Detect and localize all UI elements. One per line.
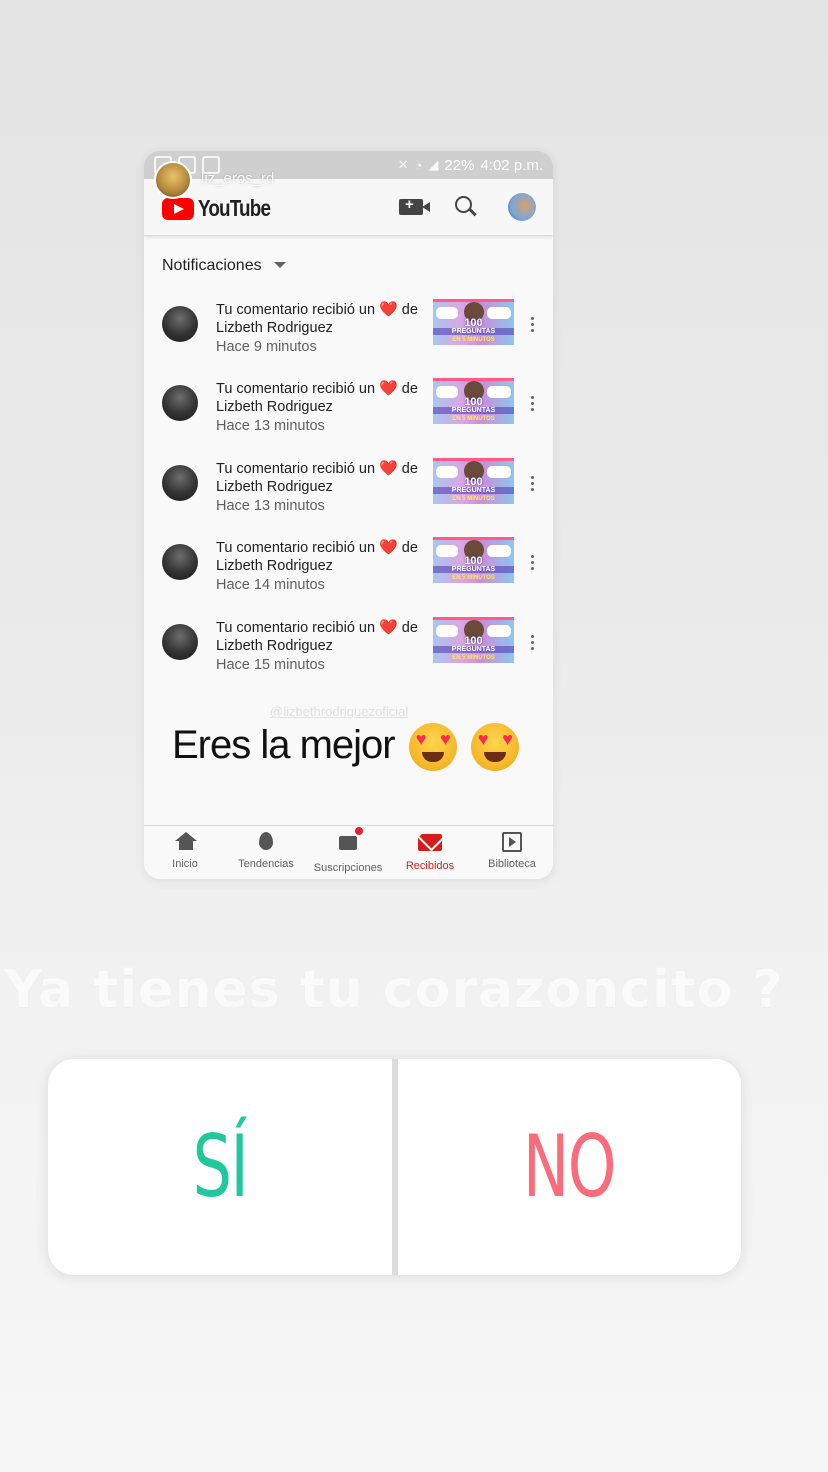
sender-avatar[interactable] <box>162 624 198 660</box>
notification-text-start: Tu comentario recibió un <box>216 540 380 556</box>
thumbnail-title: PREGUNTAS <box>433 328 514 335</box>
video-thumbnail[interactable]: 100 PREGUNTAS EN 5 MINUTOS <box>433 299 514 345</box>
caption: Eres la mejor <box>172 723 519 772</box>
sender-avatar[interactable] <box>162 385 198 421</box>
wifi-icon: ◔ <box>414 157 423 173</box>
poll-yes-button[interactable]: SÍ <box>96 1059 344 1275</box>
story-username[interactable]: liz_eros_rd <box>201 170 274 187</box>
more-options-icon[interactable] <box>531 396 535 414</box>
watermark: @lizbethrodriguezoficial <box>270 704 409 719</box>
library-icon <box>502 832 522 852</box>
thumbnail-title: PREGUNTAS <box>433 407 514 414</box>
search-icon[interactable] <box>455 196 472 213</box>
thumbnail-subtitle: EN 5 MINUTOS <box>452 496 495 502</box>
video-camera-icon[interactable] <box>399 196 430 215</box>
nav-item-biblioteca[interactable]: Biblioteca <box>471 832 553 870</box>
heart-icon: ❤️ <box>379 301 398 318</box>
nav-item-inicio[interactable]: Inicio <box>144 832 226 870</box>
home-icon <box>175 832 197 852</box>
sender-avatar[interactable] <box>162 306 198 342</box>
notification-text: Tu comentario recibió un ❤️ de Lizbeth R… <box>216 301 431 337</box>
notification-time: Hace 13 minutos <box>216 498 325 514</box>
status-time: 4:02 p.m. <box>480 156 543 174</box>
youtube-screenshot: ✕ ◔ ◢ 22% 4:02 p.m. liz_eros_rd YouTube … <box>144 151 553 879</box>
notification-time: Hace 14 minutos <box>216 577 325 593</box>
mail-icon <box>418 834 442 851</box>
more-options-icon[interactable] <box>531 635 535 653</box>
notifications-title[interactable]: Notificaciones <box>162 257 262 275</box>
notification-dot <box>355 827 363 835</box>
story-avatar[interactable] <box>154 161 192 199</box>
heart-icon: ❤️ <box>379 539 398 556</box>
more-options-icon[interactable] <box>531 317 535 335</box>
nav-label: Suscripciones <box>313 862 383 874</box>
heart-icon: ❤️ <box>379 619 398 636</box>
notification-text: Tu comentario recibió un ❤️ de Lizbeth R… <box>216 539 431 575</box>
nav-item-tendencias[interactable]: Tendencias <box>225 832 307 870</box>
heart-eyes-emoji-icon <box>470 723 519 772</box>
status-right: ✕ ◔ ◢ 22% 4:02 p.m. <box>398 157 543 174</box>
sender-avatar[interactable] <box>162 544 198 580</box>
subscriptions-icon <box>339 827 363 850</box>
nav-label: Biblioteca <box>488 858 536 870</box>
poll-divider <box>392 1059 398 1275</box>
notification-text-start: Tu comentario recibió un <box>216 620 380 636</box>
notification-item[interactable]: Tu comentario recibió un ❤️ de Lizbeth R… <box>144 299 553 382</box>
notification-item[interactable]: Tu comentario recibió un ❤️ de Lizbeth R… <box>144 537 553 620</box>
more-options-icon[interactable] <box>531 476 535 494</box>
thumbnail-subtitle: EN 5 MINUTOS <box>452 655 495 661</box>
thumbnail-subtitle: EN 5 MINUTOS <box>452 575 495 581</box>
poll-no-button[interactable]: NO <box>445 1059 693 1275</box>
signal-icon: ◢ <box>428 157 439 172</box>
mute-icon: ✕ <box>397 157 409 172</box>
fire-icon <box>259 832 273 850</box>
heart-icon: ❤️ <box>379 460 398 477</box>
notification-item[interactable]: Tu comentario recibió un ❤️ de Lizbeth R… <box>144 378 553 461</box>
youtube-play-icon <box>162 197 194 220</box>
notification-text: Tu comentario recibió un ❤️ de Lizbeth R… <box>216 619 431 655</box>
chevron-down-icon[interactable] <box>274 262 286 268</box>
thumbnail-subtitle: EN 5 MINUTOS <box>452 416 495 422</box>
youtube-header: YouTube <box>144 179 553 236</box>
thumbnail-title: PREGUNTAS <box>433 566 514 573</box>
notification-text-start: Tu comentario recibió un <box>216 302 380 318</box>
video-thumbnail[interactable]: 100 PREGUNTAS EN 5 MINUTOS <box>433 537 514 583</box>
thumbnail-subtitle: EN 5 MINUTOS <box>452 337 495 343</box>
poll-sticker: SÍ NO <box>48 1059 741 1275</box>
account-avatar[interactable] <box>508 193 536 221</box>
youtube-logo[interactable]: YouTube <box>162 195 286 222</box>
notification-text-start: Tu comentario recibió un <box>216 381 380 397</box>
notification-text: Tu comentario recibió un ❤️ de Lizbeth R… <box>216 460 431 496</box>
video-thumbnail[interactable]: 100 PREGUNTAS EN 5 MINUTOS <box>433 378 514 424</box>
sender-avatar[interactable] <box>162 465 198 501</box>
battery-level: 22% <box>444 156 475 174</box>
notification-text-start: Tu comentario recibió un <box>216 461 380 477</box>
bottom-navigation: Inicio Tendencias Suscripciones Recibido… <box>144 825 553 879</box>
notification-time: Hace 9 minutos <box>216 339 317 355</box>
notification-text: Tu comentario recibió un ❤️ de Lizbeth R… <box>216 380 431 416</box>
nav-label: Recibidos <box>405 860 455 872</box>
heart-icon: ❤️ <box>379 380 398 397</box>
nav-label: Inicio <box>172 858 198 870</box>
nav-item-recibidos[interactable]: Recibidos <box>389 832 471 872</box>
nav-label: Tendencias <box>238 858 294 870</box>
notification-item[interactable]: Tu comentario recibió un ❤️ de Lizbeth R… <box>144 617 553 700</box>
caption-text: Eres la mejor <box>172 723 396 767</box>
more-options-icon[interactable] <box>531 555 535 573</box>
video-thumbnail[interactable]: 100 PREGUNTAS EN 5 MINUTOS <box>433 458 514 504</box>
thumbnail-title: PREGUNTAS <box>433 646 514 653</box>
nav-item-suscripciones[interactable]: Suscripciones <box>307 827 389 874</box>
video-thumbnail[interactable]: 100 PREGUNTAS EN 5 MINUTOS <box>433 617 514 663</box>
notification-item[interactable]: Tu comentario recibió un ❤️ de Lizbeth R… <box>144 458 553 541</box>
story-question: Ya tienes tu corazoncito ? <box>4 960 784 1020</box>
notification-time: Hace 15 minutos <box>216 657 325 673</box>
heart-eyes-emoji-icon <box>408 723 457 772</box>
youtube-wordmark: YouTube <box>198 195 271 221</box>
thumbnail-title: PREGUNTAS <box>433 487 514 494</box>
notification-time: Hace 13 minutos <box>216 418 325 434</box>
